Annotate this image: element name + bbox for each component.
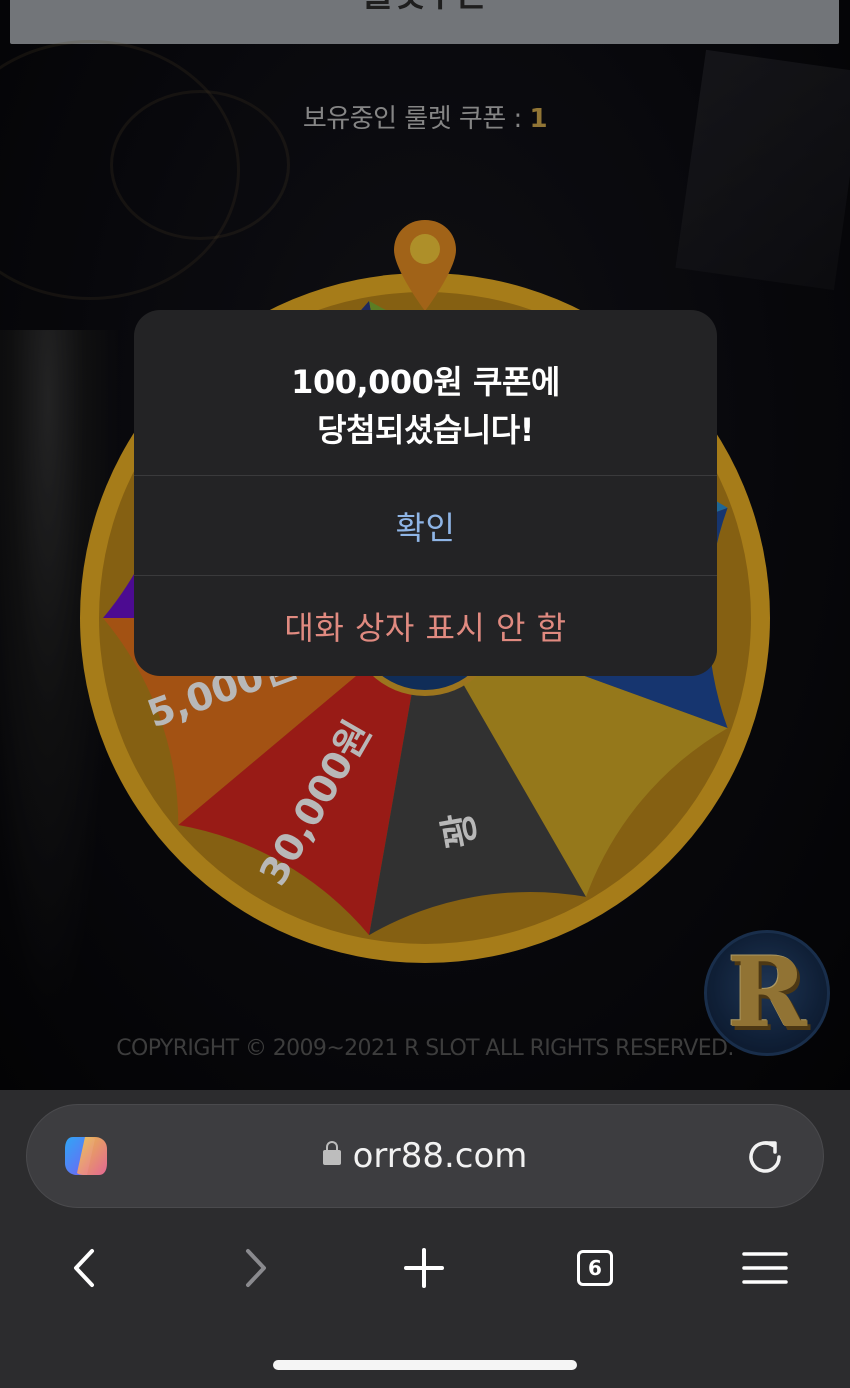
dialog-message-line1: 100,000원 쿠폰에: [291, 363, 560, 401]
url-text: orr88.com: [352, 1136, 528, 1176]
forward-icon: [246, 1249, 266, 1287]
new-tab-button[interactable]: [400, 1244, 448, 1292]
lock-icon: [322, 1141, 341, 1165]
back-button[interactable]: [60, 1244, 108, 1292]
new-tab-icon: [404, 1248, 444, 1288]
alert-dialog: 100,000원 쿠폰에 당첨되셨습니다! 확인 대화 상자 표시 안 함: [134, 310, 717, 676]
dialog-message: 100,000원 쿠폰에 당첨되셨습니다!: [134, 310, 717, 475]
forward-button[interactable]: [232, 1244, 280, 1292]
tabs-button[interactable]: 6: [571, 1244, 619, 1292]
back-icon: [74, 1249, 94, 1287]
browser-toolbar: 6: [0, 1230, 850, 1304]
tabs-icon: 6: [577, 1250, 613, 1286]
home-indicator[interactable]: [273, 1360, 577, 1370]
reload-icon[interactable]: [743, 1135, 787, 1179]
menu-icon: [742, 1252, 788, 1284]
url-display[interactable]: orr88.com: [27, 1136, 823, 1176]
suppress-dialogs-button[interactable]: 대화 상자 표시 안 함: [134, 575, 717, 675]
dialog-message-line2: 당첨되셨습니다!: [317, 411, 534, 449]
confirm-button[interactable]: 확인: [134, 475, 717, 575]
menu-button[interactable]: [741, 1244, 789, 1292]
browser-chrome: orr88.com 6: [0, 1090, 850, 1388]
address-bar[interactable]: orr88.com: [26, 1104, 824, 1208]
